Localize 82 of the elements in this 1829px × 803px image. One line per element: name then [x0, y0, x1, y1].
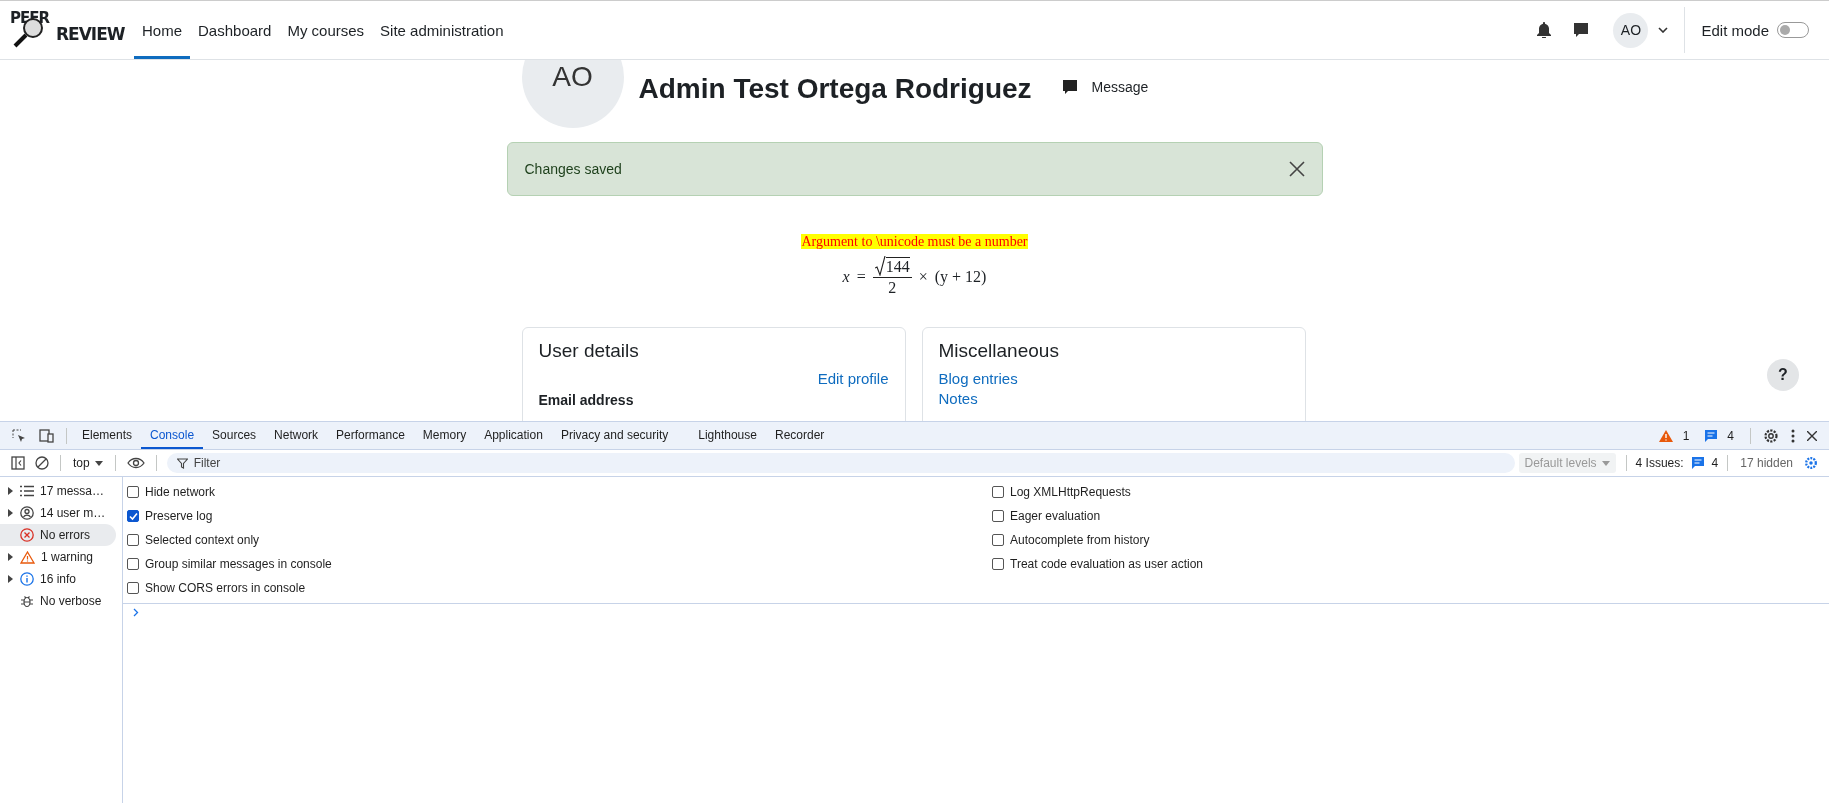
nav-link[interactable]: Dashboard [190, 1, 280, 59]
checkmark-icon [128, 511, 138, 521]
setting-checkbox[interactable]: Preserve log [127, 504, 992, 528]
edit-profile-link[interactable]: Edit profile [817, 370, 889, 387]
sidebar-item[interactable]: No verbose [0, 590, 116, 612]
radical-sign-icon [874, 256, 886, 276]
devtools-tab[interactable]: Application [475, 422, 552, 449]
warning-icon [1658, 429, 1673, 442]
nav-link[interactable]: Site administration [372, 1, 512, 59]
chat-icon[interactable] [1573, 22, 1590, 38]
warning-count[interactable]: 1 [1682, 428, 1690, 443]
nav-link[interactable]: Home [134, 1, 190, 59]
inspect-icon[interactable] [12, 428, 26, 443]
prompt-chevron-icon[interactable] [133, 608, 139, 617]
more-icon[interactable] [1791, 428, 1795, 443]
setting-checkbox[interactable]: Group similar messages in console [127, 552, 992, 576]
help-button[interactable]: ? [1767, 359, 1799, 391]
message-icon [1705, 429, 1718, 442]
devtools-tab[interactable]: Lighthouse [689, 422, 766, 449]
filter-field[interactable]: Filter [166, 453, 1515, 473]
sidebar-item[interactable]: 14 user m… [0, 502, 116, 524]
info-icon [20, 572, 34, 586]
expand-arrow-icon[interactable] [8, 509, 13, 517]
setting-checkbox[interactable]: Log XMLHttpRequests [992, 480, 1829, 504]
chat-icon [1061, 79, 1078, 95]
hidden-count: 17 hidden [1740, 456, 1793, 470]
expand-arrow-icon[interactable] [8, 553, 13, 561]
message-count[interactable]: 4 [1727, 428, 1734, 443]
close-icon[interactable] [1288, 161, 1305, 177]
bell-icon[interactable] [1537, 22, 1552, 38]
devtools-tab[interactable]: Console [141, 422, 204, 449]
profile-avatar: AO [521, 60, 624, 128]
sidebar-item[interactable]: 16 info [0, 568, 116, 590]
devtools-tab[interactable]: Performance [327, 422, 414, 449]
alert-text: Changes saved [524, 161, 622, 177]
device-toolbar-icon[interactable] [38, 428, 54, 443]
chevron-down-icon[interactable] [1658, 27, 1669, 33]
list-icon [20, 485, 34, 497]
devtools-tab[interactable]: Elements [73, 422, 142, 449]
expand-arrow-icon[interactable] [8, 487, 13, 495]
math-error-text: Argument to \unicode must be a number [801, 234, 1028, 249]
card-link[interactable]: Notes [938, 390, 1289, 407]
context-dropdown[interactable]: top [67, 456, 109, 470]
setting-checkbox[interactable]: Show CORS errors in console [127, 576, 992, 600]
message-icon [1691, 457, 1704, 469]
card-link[interactable]: Blog entries [938, 370, 1289, 387]
devtools-tab[interactable]: Sources [203, 422, 266, 449]
user-avatar[interactable]: AO [1613, 12, 1649, 48]
setting-checkbox[interactable]: Hide network [127, 480, 992, 504]
user-icon [20, 506, 34, 520]
setting-checkbox[interactable]: Eager evaluation [992, 504, 1829, 528]
field-label: Email address [538, 392, 635, 408]
sidebar-toggle-icon[interactable] [11, 456, 25, 470]
caret-icon [94, 460, 103, 466]
sidebar-item[interactable]: 1 warning [0, 546, 116, 568]
nav-link[interactable]: My courses [279, 1, 373, 59]
message-link[interactable]: Message [1061, 60, 1149, 95]
expand-arrow-icon[interactable] [8, 575, 13, 583]
bug-icon [20, 594, 34, 608]
error-icon [20, 528, 34, 542]
caret-icon [1601, 460, 1610, 466]
sidebar-item[interactable]: 17 messa… [0, 480, 116, 502]
devtools-tab[interactable]: Privacy and security [551, 422, 678, 449]
edit-mode-toggle[interactable] [1777, 22, 1809, 38]
edit-mode-label: Edit mode [1701, 21, 1769, 39]
clear-icon[interactable] [35, 456, 49, 470]
close-icon[interactable] [1807, 430, 1817, 441]
setting-checkbox[interactable]: Autocomplete from history [992, 528, 1829, 552]
warning-icon [20, 550, 35, 564]
issues-label[interactable]: 4 Issues: [1635, 456, 1684, 470]
setting-checkbox[interactable]: Treat code evaluation as user action [992, 552, 1829, 576]
eye-icon[interactable] [126, 457, 145, 469]
card-title: User details [538, 340, 640, 362]
devtools-tab[interactable]: Memory [413, 422, 476, 449]
settings-icon[interactable] [1763, 427, 1779, 444]
devtools-tab[interactable]: Network [265, 422, 328, 449]
devtools-tab[interactable]: Recorder [765, 422, 834, 449]
issues-count[interactable]: 4 [1711, 456, 1719, 470]
profile-name: Admin Test Ortega Rodriguez [638, 72, 1032, 105]
card-title: Miscellaneous [938, 340, 1060, 362]
setting-checkbox[interactable]: Selected context only [127, 528, 992, 552]
sidebar-item[interactable]: No errors [0, 524, 116, 546]
